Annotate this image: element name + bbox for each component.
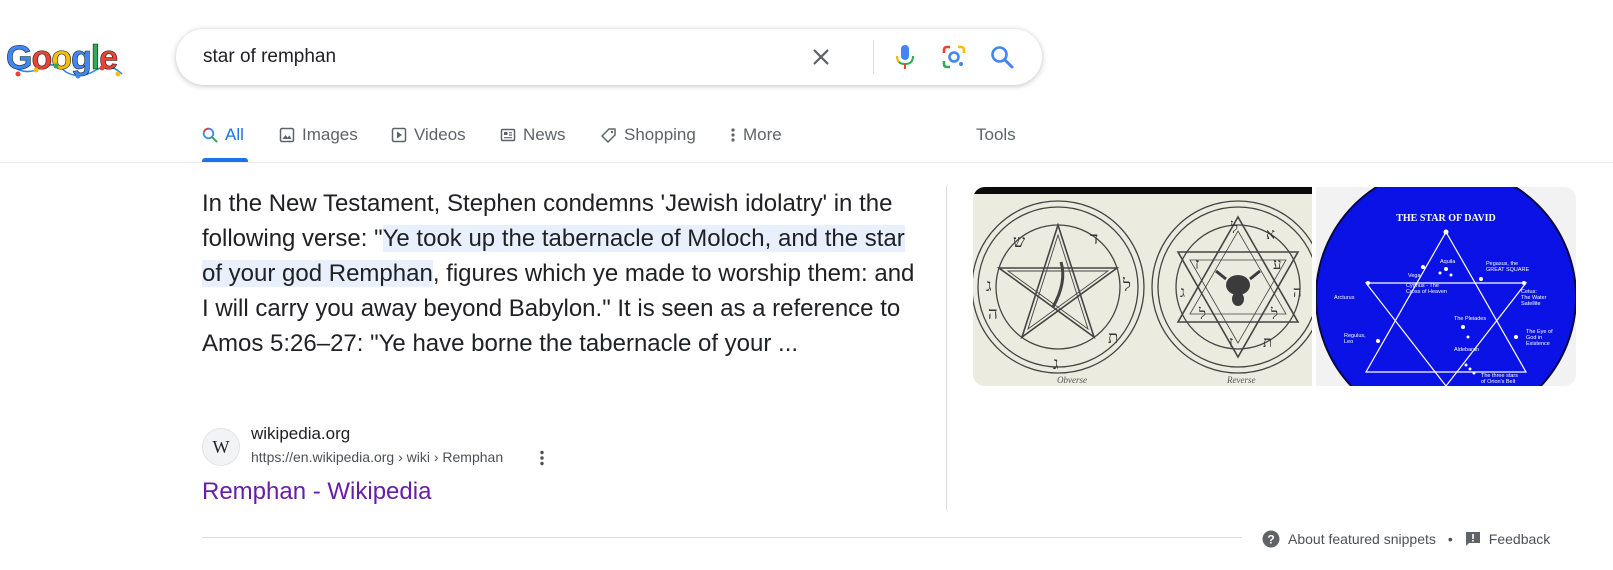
svg-text:ל: ל	[1230, 220, 1238, 237]
svg-text:Aquila: Aquila	[1440, 259, 1456, 265]
tab-label: Images	[302, 125, 358, 144]
svg-text:THE STAR OF DAVID: THE STAR OF DAVID	[1396, 213, 1496, 224]
wikipedia-favicon[interactable]: W	[202, 428, 240, 466]
svg-text:ע: ע	[1273, 257, 1282, 273]
svg-text:ג: ג	[986, 276, 992, 295]
tab-label: Videos	[414, 125, 466, 144]
svg-text:ה: ה	[988, 304, 998, 323]
tab-images[interactable]: Images	[279, 124, 358, 146]
svg-text:?: ?	[1267, 533, 1274, 547]
snippet-bottom-divider	[202, 537, 1242, 538]
tab-label: Shopping	[624, 125, 696, 144]
column-divider	[946, 186, 947, 510]
svg-text:Cross of Heaven: Cross of Heaven	[1406, 289, 1447, 295]
svg-text:GREAT SQUARE: GREAT SQUARE	[1486, 267, 1530, 273]
svg-text:ל: ל	[1198, 306, 1206, 323]
svg-text:ל: ל	[1122, 276, 1131, 295]
search-icon	[202, 127, 218, 143]
result-title-link[interactable]: Remphan - Wikipedia	[202, 478, 431, 506]
svg-text:ג: ג	[1053, 354, 1059, 373]
google-doodle-logo[interactable]: Google	[6, 36, 124, 84]
search-input[interactable]: star of remphan	[203, 46, 336, 68]
image-icon	[279, 127, 295, 143]
tab-shopping[interactable]: Shopping	[600, 124, 696, 146]
mic-icon[interactable]	[890, 42, 920, 72]
svg-text:ג: ג	[1180, 285, 1185, 301]
featured-snippet-text: In the New Testament, Stephen condemns '…	[202, 186, 922, 361]
svg-text:Satellite: Satellite	[1521, 301, 1541, 307]
svg-text:Reverse: Reverse	[1226, 375, 1255, 385]
svg-text:ש: ש	[1013, 232, 1025, 251]
svg-text:of Orion's Belt: of Orion's Belt	[1481, 379, 1516, 385]
feedback-icon	[1465, 532, 1480, 546]
favicon-letter: W	[212, 436, 230, 457]
source-site-name[interactable]: wikipedia.org	[251, 424, 350, 444]
svg-text:א: א	[1266, 227, 1275, 243]
svg-text:Leo: Leo	[1344, 339, 1353, 345]
more-options-icon[interactable]	[535, 448, 549, 468]
star-of-david-thumbnail[interactable]: THE STAR OF DAVID Aquila Vega Pegasus, th…	[1316, 187, 1576, 386]
svg-text:ז: ז	[1195, 257, 1199, 273]
tab-label: More	[743, 125, 782, 144]
svg-text:Vega: Vega	[1408, 273, 1421, 279]
svg-text:Aldebaran: Aldebaran	[1454, 347, 1479, 353]
svg-text:Existence: Existence	[1526, 341, 1550, 347]
search-box[interactable]: star of remphan	[176, 29, 1042, 85]
tab-label: News	[523, 125, 566, 144]
svg-text:ז: ז	[1229, 335, 1233, 351]
active-tab-indicator	[202, 158, 248, 162]
snippet-footer: ? About featured snippets • Feedback	[1262, 529, 1550, 549]
tab-more[interactable]: More	[730, 124, 782, 146]
search-tabs: All Images Videos News Shopping More Too…	[0, 112, 1613, 163]
tag-icon	[601, 127, 616, 143]
tools-label: Tools	[976, 125, 1016, 144]
more-vert-icon	[731, 128, 735, 142]
news-icon	[500, 128, 516, 142]
svg-text:Google: Google	[6, 39, 117, 77]
snippet-images: שדג להתג Obverse לאזע גהלל זת Reverse TH…	[973, 187, 1576, 386]
svg-text:ה: ה	[1293, 285, 1302, 301]
svg-text:Arcturus: Arcturus	[1334, 295, 1355, 301]
svg-text:ד: ד	[1090, 229, 1098, 248]
svg-text:ת: ת	[1263, 335, 1272, 351]
seal-thumbnail[interactable]: שדג להתג Obverse לאזע גהלל זת Reverse	[973, 187, 1312, 386]
svg-text:The Pleiades: The Pleiades	[1454, 316, 1486, 322]
tab-videos[interactable]: Videos	[391, 124, 466, 146]
tab-news[interactable]: News	[500, 124, 566, 146]
tools-button[interactable]: Tools	[976, 124, 1016, 146]
search-icon[interactable]	[987, 42, 1017, 72]
help-icon: ?	[1262, 530, 1280, 548]
source-url[interactable]: https://en.wikipedia.org › wiki › Rempha…	[251, 449, 503, 465]
svg-text:ל: ל	[1270, 306, 1278, 323]
video-icon	[391, 127, 407, 143]
tab-all[interactable]: All	[202, 124, 244, 146]
svg-text:Obverse: Obverse	[1057, 375, 1087, 385]
about-featured-snippets-link[interactable]: About featured snippets	[1288, 531, 1436, 547]
svg-text:ת: ת	[1108, 328, 1118, 347]
search-divider	[873, 40, 874, 74]
lens-icon[interactable]	[939, 42, 969, 72]
footer-separator: •	[1447, 531, 1453, 547]
feedback-link[interactable]: Feedback	[1489, 531, 1550, 547]
clear-icon[interactable]	[806, 42, 836, 72]
tab-label: All	[225, 125, 244, 144]
